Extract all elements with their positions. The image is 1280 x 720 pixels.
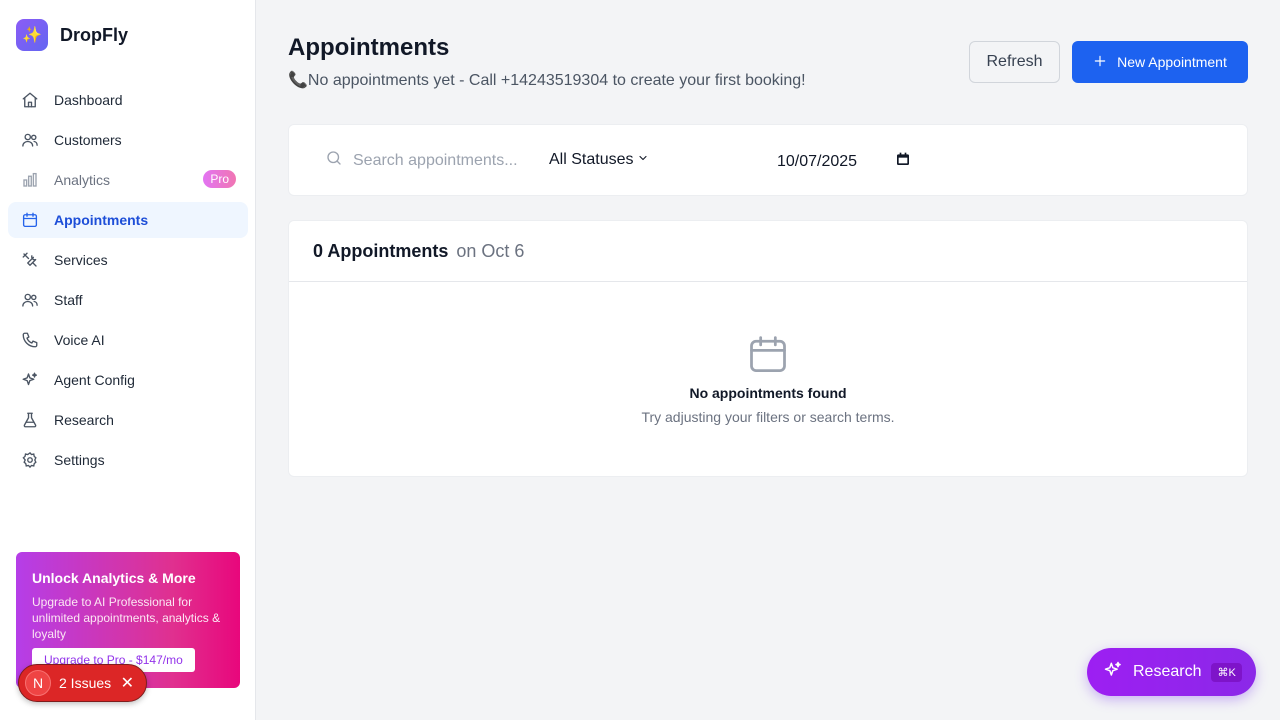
sparkles-icon [20, 370, 40, 390]
search-box [325, 149, 525, 172]
sidebar-item-label: Agent Config [54, 372, 135, 388]
users-icon [20, 130, 40, 150]
upgrade-text: Upgrade to AI Professional for unlimited… [32, 595, 221, 641]
sidebar-item-research[interactable]: Research [8, 402, 248, 438]
appointments-panel-header: 0 Appointments on Oct 6 [289, 221, 1247, 282]
appointments-count: 0 Appointments [313, 240, 449, 261]
date-field[interactable]: 10/07/2025 [777, 151, 911, 172]
sidebar-item-services[interactable]: Services [8, 242, 248, 278]
appointments-panel: 0 Appointments on Oct 6 No appointments … [288, 220, 1248, 477]
sidebar-item-label: Appointments [54, 212, 149, 228]
sidebar: ✨ DropFly Dashboard Customers Analytics … [0, 0, 256, 720]
keyboard-shortcut: ⌘K [1211, 662, 1242, 682]
empty-state-title: No appointments found [689, 385, 847, 401]
issues-label: 2 Issues [59, 675, 112, 691]
sidebar-item-label: Customers [54, 132, 122, 148]
sidebar-item-label: Analytics [54, 172, 111, 188]
page-subtitle: 📞No appointments yet - Call +14243519304… [288, 72, 806, 89]
sidebar-item-analytics[interactable]: Analytics Pro [8, 162, 248, 198]
bar-chart-icon [20, 170, 40, 190]
research-button[interactable]: Research ⌘K [1087, 648, 1256, 696]
sidebar-item-appointments[interactable]: Appointments [8, 202, 248, 238]
home-icon [20, 90, 40, 110]
flask-icon [20, 410, 40, 430]
sidebar-item-label: Research [54, 412, 114, 428]
sidebar-item-staff[interactable]: Staff [8, 282, 248, 318]
calendar-picker-icon[interactable] [895, 151, 911, 172]
brand-name: DropFly [60, 24, 129, 45]
sidebar-item-label: Staff [54, 292, 83, 308]
phone-icon [20, 330, 40, 350]
search-input[interactable] [353, 151, 525, 170]
sidebar-item-dashboard[interactable]: Dashboard [8, 82, 248, 118]
calendar-icon [289, 333, 1247, 377]
issues-avatar: N [25, 670, 51, 696]
empty-state-text: Try adjusting your filters or search ter… [641, 409, 895, 425]
empty-state: No appointments found Try adjusting your… [289, 333, 1247, 425]
page-title: Appointments [288, 34, 450, 61]
sidebar-item-label: Services [54, 252, 108, 268]
sidebar-item-label: Voice AI [54, 332, 105, 348]
tools-icon [20, 250, 40, 270]
gear-icon [20, 450, 40, 470]
sidebar-item-settings[interactable]: Settings [8, 442, 248, 478]
sidebar-item-label: Settings [54, 452, 105, 468]
close-icon[interactable]: ✕ [121, 673, 134, 693]
brand-logo-icon: ✨ [16, 19, 48, 51]
chevron-down-icon [637, 151, 649, 169]
research-label: Research [1133, 663, 1202, 680]
pro-badge: Pro [203, 170, 236, 188]
plus-icon [1093, 52, 1107, 73]
issues-badge[interactable]: N 2 Issues ✕ [18, 664, 147, 702]
status-select-value: All Statuses [549, 151, 634, 168]
sidebar-item-label: Dashboard [54, 92, 123, 108]
refresh-button[interactable]: Refresh [969, 41, 1060, 83]
sidebar-nav: Dashboard Customers Analytics Pro Appoin… [8, 82, 248, 482]
filters-bar: All Statuses 10/07/2025 [288, 124, 1248, 196]
staff-icon [20, 290, 40, 310]
new-appointment-button[interactable]: New Appointment [1072, 41, 1248, 83]
sidebar-item-voice-ai[interactable]: Voice AI [8, 322, 248, 358]
sparkles-icon [1103, 660, 1123, 685]
sidebar-item-customers[interactable]: Customers [8, 122, 248, 158]
calendar-icon [20, 210, 40, 230]
date-field-value: 10/07/2025 [777, 152, 858, 170]
new-appointment-label: New Appointment [1117, 54, 1227, 70]
brand[interactable]: ✨ DropFly [16, 19, 128, 51]
appointments-date-label: on Oct 6 [456, 240, 525, 261]
sidebar-item-agent-config[interactable]: Agent Config [8, 362, 248, 398]
search-icon [325, 149, 343, 172]
status-select[interactable]: All Statuses [549, 151, 649, 169]
upgrade-title: Unlock Analytics & More [32, 570, 196, 586]
